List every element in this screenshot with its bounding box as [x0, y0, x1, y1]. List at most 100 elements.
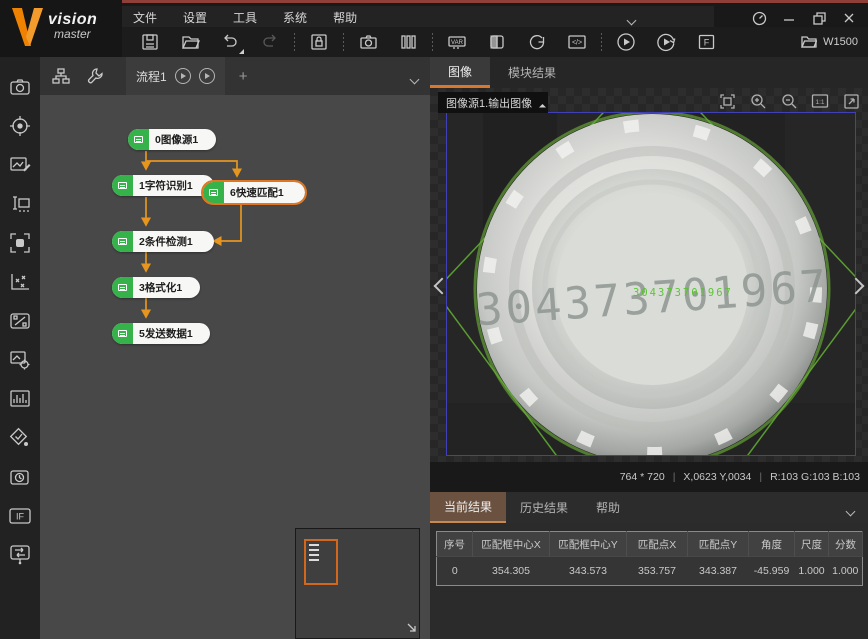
image-roi: 304373701967 304373701967	[446, 112, 856, 456]
cell-scale: 1.000	[795, 557, 829, 586]
col-score: 分数	[829, 532, 863, 557]
flow-minimap[interactable]	[295, 528, 420, 639]
cell-match-point-x: 353.757	[627, 557, 688, 586]
image-viewer[interactable]: 图像源1.输出图像 1:1	[430, 88, 868, 492]
result-table-area: 序号 匹配框中心X 匹配框中心Y 匹配点X 匹配点Y 角度 尺度 分数 0 35…	[430, 523, 868, 639]
minimap-viewport[interactable]	[304, 539, 338, 585]
match-result-table[interactable]: 序号 匹配框中心X 匹配框中心Y 匹配点X 匹配点Y 角度 尺度 分数 0 35…	[436, 531, 863, 586]
acquisition-camera-icon[interactable]	[5, 67, 35, 106]
inspected-image: 304373701967 304373701967	[447, 113, 856, 456]
fit-view-icon[interactable]	[718, 92, 736, 110]
add-flow-tab-button[interactable]: +	[239, 68, 248, 85]
image-panel-tabs: 图像 模块结果	[430, 57, 868, 88]
node-condition-check[interactable]: 2条件检测1	[112, 231, 214, 252]
selector-dropdown-triangle-icon	[539, 104, 546, 111]
titlebar: 文件 设置 工具 系统 帮助	[0, 0, 868, 27]
flow-tab[interactable]: 流程1	[126, 57, 225, 95]
format-icon[interactable]: F	[693, 30, 719, 54]
svg-text:VAR: VAR	[451, 40, 464, 46]
image-edit-icon[interactable]	[5, 145, 35, 184]
global-run-icon[interactable]	[524, 30, 550, 54]
fast-match-node-icon	[203, 182, 224, 203]
script-icon[interactable]: </>	[564, 30, 590, 54]
if-logic-icon[interactable]: IF	[5, 496, 35, 535]
svg-text:1:1: 1:1	[815, 99, 824, 106]
save-protected-icon[interactable]	[306, 30, 332, 54]
open-icon[interactable]	[177, 30, 203, 54]
logo-line1: vision	[48, 12, 97, 28]
minimap-resize-handle-icon[interactable]	[406, 622, 417, 636]
histogram-icon[interactable]	[5, 379, 35, 418]
calculation-icon[interactable]	[5, 301, 35, 340]
tab-help[interactable]: 帮助	[582, 492, 634, 523]
workspace-indicator[interactable]: W1500	[801, 27, 858, 57]
focus-frame-icon[interactable]	[5, 223, 35, 262]
workspace-folder-icon	[801, 35, 817, 49]
run-once-button[interactable]	[613, 30, 639, 54]
image-result-panel: 图像 模块结果 图像源1.输出图像 1:1	[430, 57, 868, 639]
col-scale: 尺度	[795, 532, 829, 557]
run-continuous-button[interactable]	[653, 30, 679, 54]
tab-image[interactable]: 图像	[430, 57, 490, 88]
visionmaster-logo: vision master	[10, 6, 97, 50]
tool-sidebar: IF	[0, 57, 40, 639]
condition-check-node-icon	[112, 231, 133, 252]
cell-match-box-center-x: 354.305	[473, 557, 550, 586]
compare-icon[interactable]	[484, 30, 510, 54]
node-image-source[interactable]: 0图像源1	[128, 129, 216, 150]
run-flow-continuous-button[interactable]	[199, 68, 215, 84]
undo-icon[interactable]	[217, 30, 243, 54]
cell-match-point-y: 343.387	[688, 557, 749, 586]
tab-current-result[interactable]: 当前结果	[430, 492, 506, 523]
titlebar-chevron-down-icon[interactable]	[628, 13, 635, 27]
col-index: 序号	[437, 532, 473, 557]
scatter-chart-icon[interactable]	[5, 262, 35, 301]
node-send-data[interactable]: 5发送数据1	[112, 323, 210, 344]
zoom-out-icon[interactable]	[780, 92, 798, 110]
results-collapse-chevron-icon[interactable]	[847, 504, 854, 518]
visionmaster-window: 文件 设置 工具 系统 帮助	[0, 0, 868, 639]
ocr-text-icon[interactable]	[5, 184, 35, 223]
table-row[interactable]: 0 354.305 343.573 353.757 343.387 -45.95…	[437, 557, 863, 586]
image-source-node-icon	[128, 129, 149, 150]
color-check-icon[interactable]	[5, 418, 35, 457]
logo-line2: master	[54, 28, 97, 41]
image-settings-icon[interactable]	[5, 340, 35, 379]
flow-list-icon[interactable]	[48, 63, 74, 89]
node-fast-match[interactable]: 6快速匹配1	[203, 182, 305, 203]
zoom-in-icon[interactable]	[749, 92, 767, 110]
timer-camera-icon[interactable]	[5, 457, 35, 496]
pixel-rgb-value: R:103 G:103 B:103	[770, 471, 860, 483]
col-match-point-x: 匹配点X	[627, 532, 688, 557]
cell-score: 1.000	[829, 557, 863, 586]
redo-icon[interactable]	[257, 30, 283, 54]
module-list-icon[interactable]	[395, 30, 421, 54]
flow-canvas[interactable]: 0图像源1 1字符识别1 6快速匹配1 2条件检测1 3格式化1 5发送数据1	[40, 95, 430, 639]
flow-tab-label: 流程1	[136, 68, 167, 85]
flow-header: 流程1 +	[40, 57, 430, 95]
flow-collapse-chevron-icon[interactable]	[411, 72, 418, 86]
node-label: 1字符识别1	[133, 178, 202, 193]
communication-icon[interactable]	[5, 535, 35, 574]
node-format[interactable]: 3格式化1	[112, 277, 200, 298]
svg-text:IF: IF	[16, 511, 25, 521]
save-icon[interactable]	[137, 30, 163, 54]
logo-v-icon	[10, 6, 44, 50]
cell-index: 0	[437, 557, 473, 586]
wrench-icon[interactable]	[82, 63, 108, 89]
run-flow-once-button[interactable]	[175, 68, 191, 84]
image-status-bar: 764 * 720 | X,0623 Y,0034 | R:103 G:103 …	[430, 462, 868, 492]
ocr-result-overlay: 304373701967	[633, 287, 733, 299]
col-match-box-center-x: 匹配框中心X	[473, 532, 550, 557]
variable-icon[interactable]: VAR	[444, 30, 470, 54]
node-char-recognition[interactable]: 1字符识别1	[112, 175, 214, 196]
tab-history-result[interactable]: 历史结果	[506, 492, 582, 523]
image-source-selector-label: 图像源1.输出图像	[446, 95, 532, 111]
tab-module-result[interactable]: 模块结果	[490, 57, 574, 88]
fullscreen-icon[interactable]	[842, 92, 860, 110]
cell-match-box-center-y: 343.573	[550, 557, 627, 586]
camera-capture-icon[interactable]	[355, 30, 381, 54]
image-source-selector[interactable]: 图像源1.输出图像	[438, 92, 548, 113]
location-target-icon[interactable]	[5, 106, 35, 145]
actual-size-icon[interactable]: 1:1	[811, 92, 829, 110]
